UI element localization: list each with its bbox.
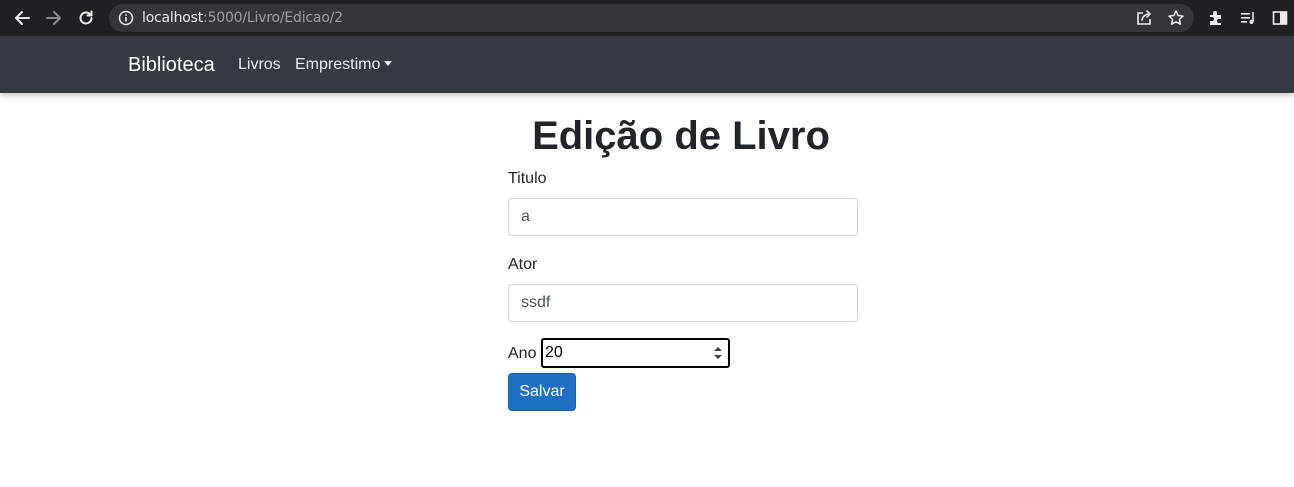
address-url[interactable]: localhost:5000/Livro/Edicao/2: [142, 10, 343, 26]
ator-input[interactable]: [508, 284, 858, 322]
navbar-brand[interactable]: Biblioteca: [128, 53, 215, 77]
caret-down-icon: [384, 61, 393, 66]
salvar-button[interactable]: Salvar: [508, 373, 576, 411]
page-title: Edição de Livro: [532, 114, 830, 158]
spinner-down-icon: [714, 355, 722, 359]
media-queue-icon[interactable]: [1236, 6, 1260, 30]
spinner-up-icon: [714, 347, 722, 351]
reload-icon[interactable]: [74, 6, 98, 30]
nav-dropdown-label: Emprestimo: [295, 56, 381, 73]
ator-label: Ator: [508, 256, 538, 273]
url-path: :5000/Livro/Edicao/2: [203, 10, 343, 26]
url-host: localhost: [142, 10, 204, 26]
browser-toolbar: localhost:5000/Livro/Edicao/2: [0, 0, 1294, 36]
titulo-label: Titulo: [508, 170, 547, 187]
site-info-icon[interactable]: [118, 10, 134, 26]
top-navbar: Biblioteca Livros Emprestimo: [0, 36, 1294, 93]
extensions-puzzle-icon[interactable]: [1204, 6, 1228, 30]
titulo-input[interactable]: [508, 198, 858, 236]
number-spinner[interactable]: [712, 343, 724, 363]
nav-dropdown-emprestimo[interactable]: Emprestimo: [295, 56, 393, 74]
ano-label: Ano: [508, 345, 537, 362]
share-icon[interactable]: [1135, 9, 1153, 27]
bookmark-star-icon[interactable]: [1167, 9, 1185, 27]
address-bar[interactable]: localhost:5000/Livro/Edicao/2: [109, 4, 1194, 32]
ano-input[interactable]: [545, 342, 695, 364]
back-arrow-icon[interactable]: [10, 6, 34, 30]
side-panel-icon[interactable]: [1268, 6, 1292, 30]
nav-link-livros[interactable]: Livros: [238, 56, 281, 74]
ano-number-field[interactable]: [541, 338, 730, 368]
forward-arrow-icon[interactable]: [42, 6, 66, 30]
